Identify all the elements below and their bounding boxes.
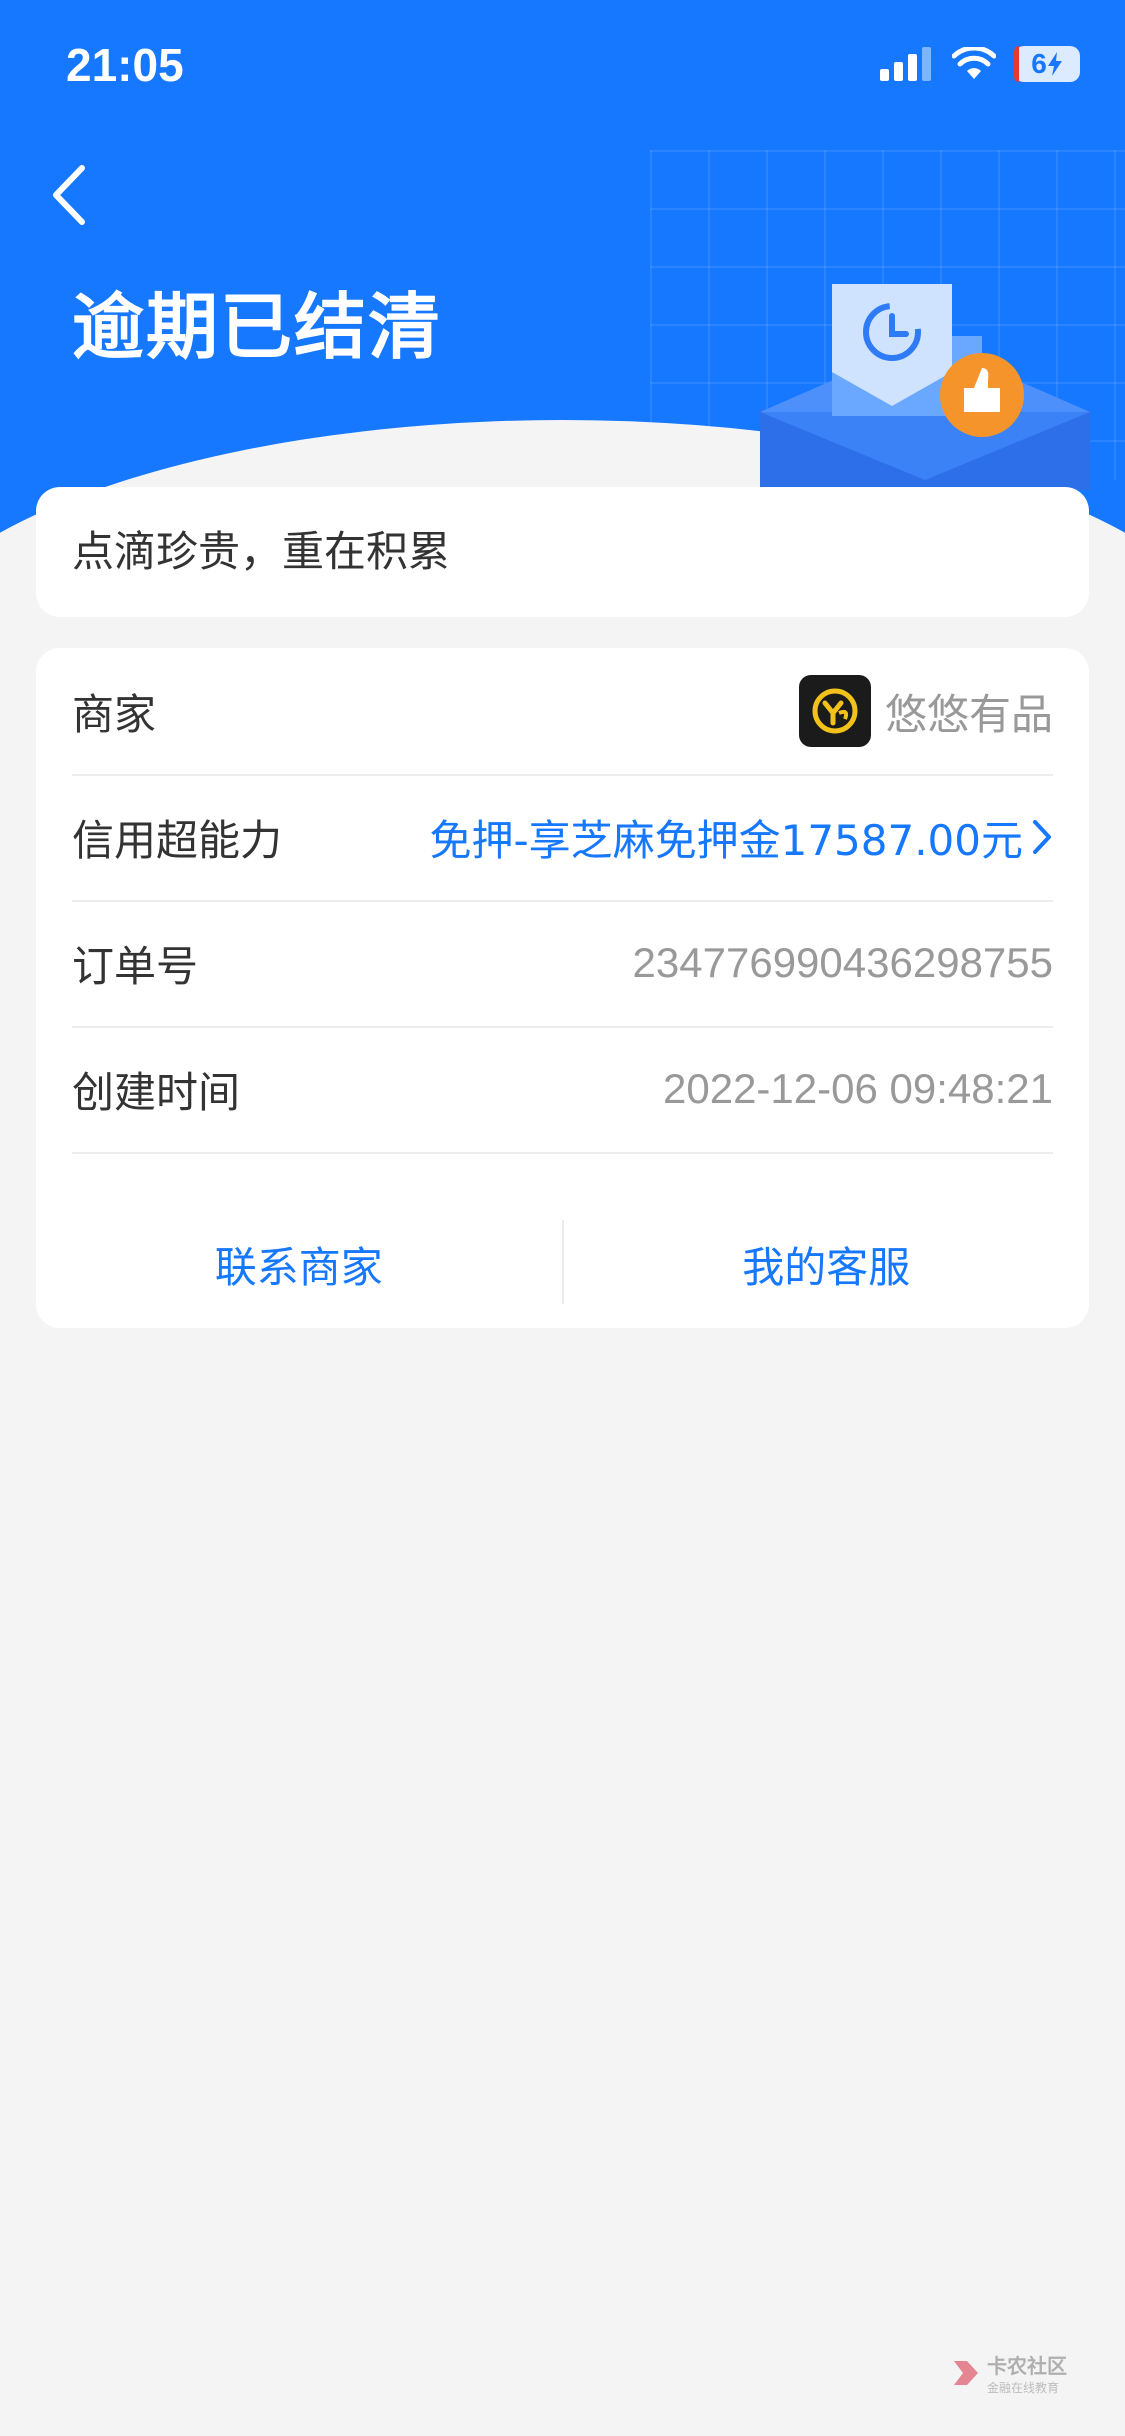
credit-value-link[interactable]: 免押-享芝麻免押金17587.00元	[429, 807, 1053, 868]
kanong-logo-icon	[954, 2361, 978, 2385]
action-bar: 联系商家 我的客服	[36, 1200, 1089, 1328]
merchant-label: 商家	[72, 689, 157, 739]
order-number: 234776990436298755	[632, 939, 1053, 986]
contact-merchant-button[interactable]: 联系商家	[36, 1200, 562, 1328]
created-time: 2022-12-06 09:48:21	[663, 1065, 1053, 1112]
header: 21:05 6 逾期已结清	[0, 0, 1125, 560]
chevron-right-icon	[1033, 820, 1051, 854]
back-button[interactable]	[44, 160, 94, 230]
status-icons: 6	[880, 46, 1080, 82]
signal-icon	[880, 47, 931, 81]
youyou-logo-icon	[812, 688, 858, 734]
battery-level: 6	[1031, 48, 1047, 79]
order-label: 订单号	[72, 941, 199, 991]
battery-icon: 6	[1014, 46, 1080, 82]
status-time: 21:05	[66, 39, 184, 91]
slogan-card: 点滴珍贵，重在积累	[36, 487, 1089, 617]
charging-bolt-icon	[1047, 52, 1062, 76]
order-info-card: 商家 悠悠有品 信用超能力 免押-享芝麻免押金17587.00元 订单号 234…	[36, 648, 1089, 1328]
watermark-text: 卡农社区 金融在线教育	[987, 2350, 1067, 2396]
credit-row[interactable]: 信用超能力 免押-享芝麻免押金17587.00元	[72, 774, 1053, 902]
order-row: 订单号 234776990436298755	[72, 900, 1053, 1028]
created-label: 创建时间	[72, 1067, 241, 1117]
merchant-logo	[798, 675, 871, 747]
credit-label: 信用超能力	[72, 815, 283, 865]
slogan-text: 点滴珍贵，重在积累	[72, 527, 451, 576]
page-title: 逾期已结清	[72, 285, 443, 369]
merchant-name: 悠悠有品	[884, 689, 1053, 739]
settled-illustration	[760, 284, 1090, 490]
watermark: 卡农社区 金融在线教育	[951, 2350, 1067, 2396]
watermark-title: 卡农社区	[987, 2354, 1067, 2378]
wifi-icon	[952, 47, 996, 79]
customer-service-button[interactable]: 我的客服	[564, 1200, 1090, 1328]
merchant-info: 悠悠有品	[798, 675, 1053, 747]
created-row: 创建时间 2022-12-06 09:48:21	[72, 1026, 1053, 1154]
merchant-row: 商家 悠悠有品	[72, 648, 1053, 776]
chevron-left-icon	[53, 165, 85, 225]
watermark-subtitle: 金融在线教育	[987, 2381, 1060, 2395]
credit-value: 免押-享芝麻免押金17587.00元	[429, 815, 1023, 865]
